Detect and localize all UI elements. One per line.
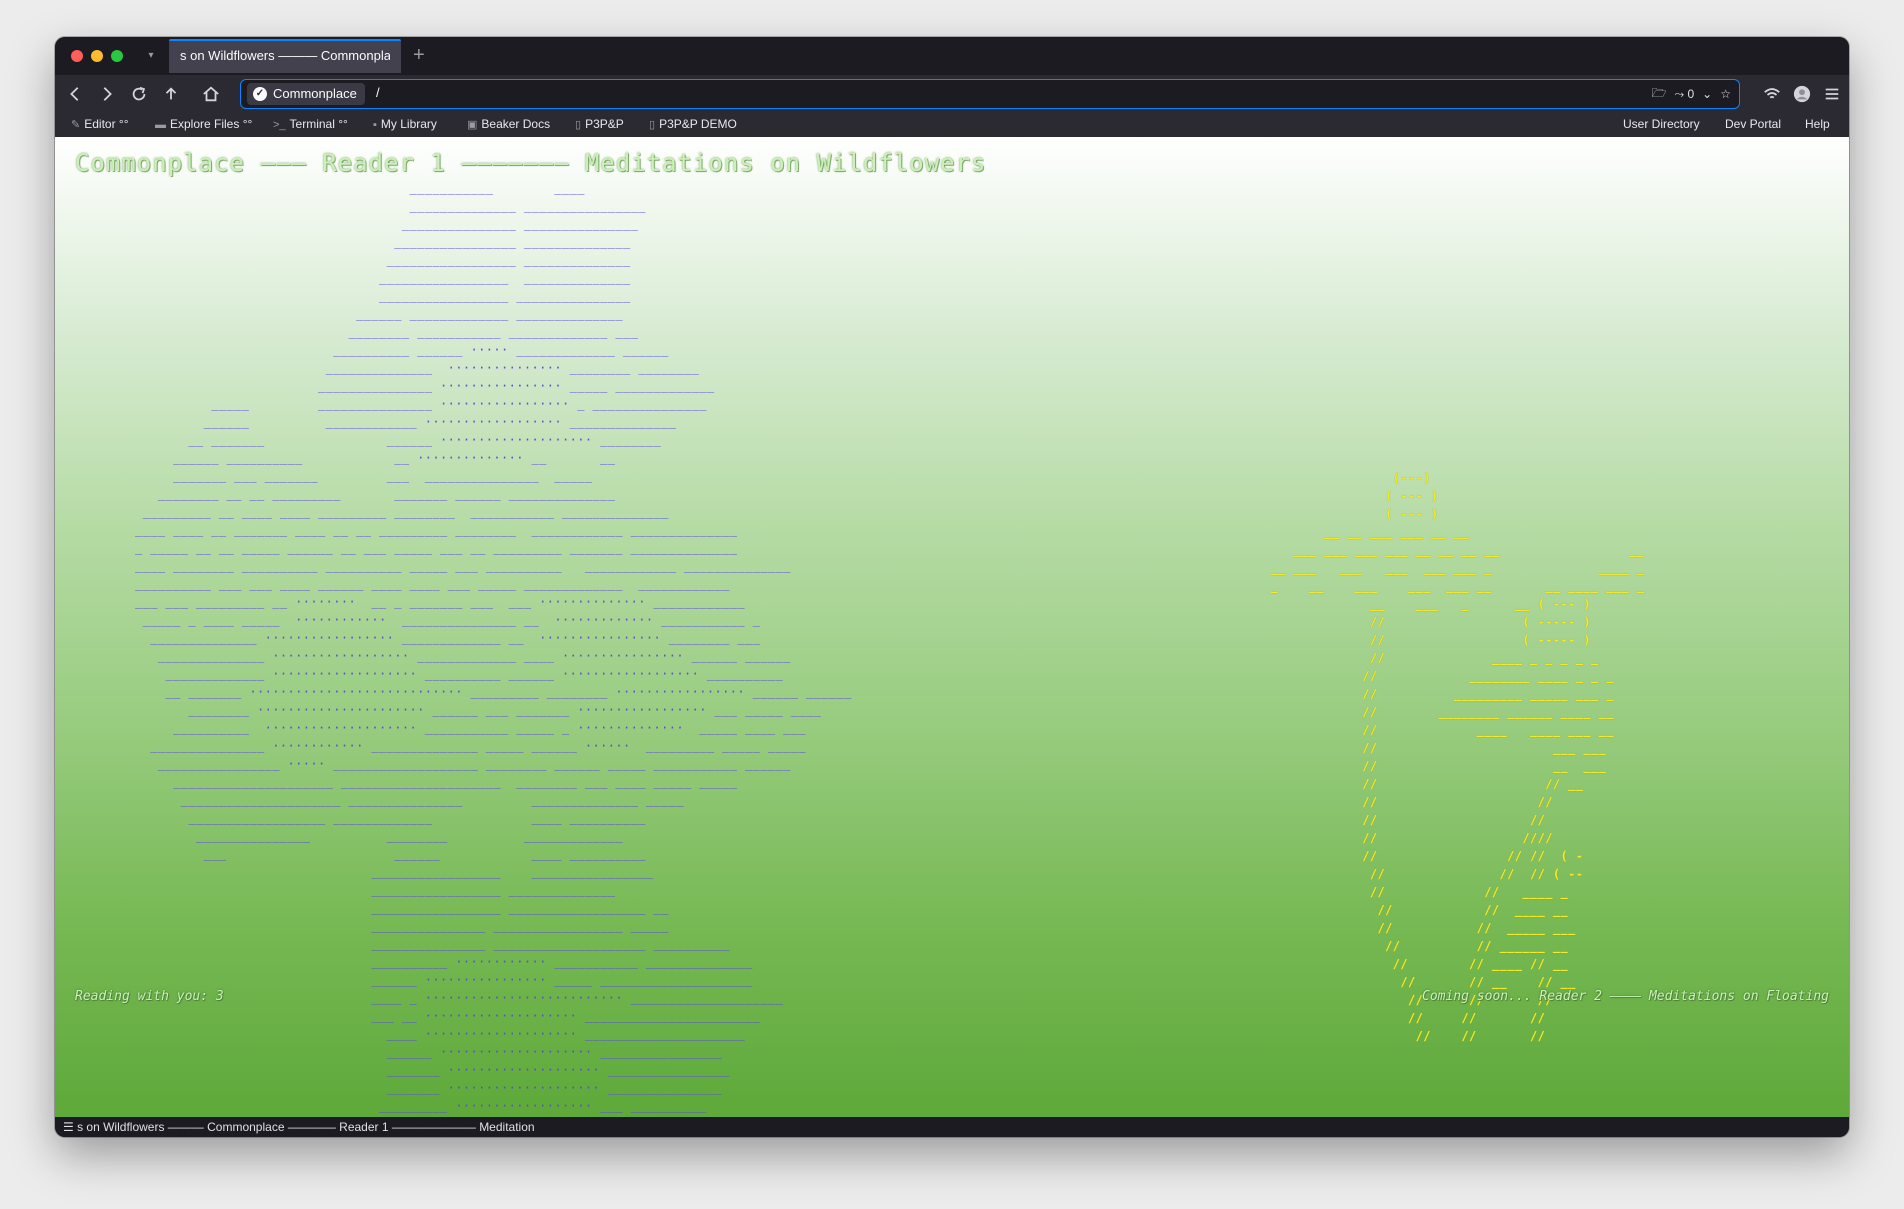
hamburger-menu-icon [1825, 88, 1839, 100]
back-button[interactable] [61, 80, 89, 108]
terminal-icon: >_ [273, 119, 286, 131]
maximize-window-button[interactable] [111, 50, 123, 62]
chevron-down-icon[interactable]: ⌄ [1702, 87, 1712, 101]
chevron-down-icon[interactable]: ▾ [141, 46, 161, 66]
list-icon: ☰ [63, 1120, 78, 1134]
status-bar: ☰ s on Wildflowers ——— Commonplace ———— … [55, 1117, 1849, 1137]
menu-button[interactable] [1818, 80, 1846, 108]
url-path[interactable]: / [376, 85, 380, 100]
site-name: Commonplace [273, 86, 357, 101]
yellow-ascii-art: (---) ( --- ) ( --- ) __ __ ___ ___ __ _… [1270, 471, 1645, 1043]
reload-icon [132, 86, 146, 101]
network-button[interactable] [1758, 80, 1786, 108]
arrow-up-icon [165, 87, 177, 100]
page-content: ___________ ____ ______________ ________… [55, 137, 1849, 1117]
folder-icon: ▬ [155, 119, 166, 131]
tab-strip: ▾ s on Wildflowers ——— Commonplac… + [55, 37, 1849, 75]
status-text: ☰ s on Wildflowers ——— Commonplace ———— … [63, 1120, 535, 1134]
link-user-directory[interactable]: User Directory [1623, 117, 1700, 131]
wildflower-ascii-art: ___________ ____ ______________ ________… [135, 181, 852, 1113]
minimize-window-button[interactable] [91, 50, 103, 62]
bookmark-my-library[interactable]: ▪ My Library [373, 117, 437, 131]
reading-with-you-count: Reading with you: 3 [75, 989, 224, 1004]
address-bar[interactable]: ✓ Commonplace / 🗁 ⤳ 0 ⌄ ☆ [240, 79, 1740, 109]
link-dev-portal[interactable]: Dev Portal [1725, 117, 1781, 131]
navigation-toolbar: ✓ Commonplace / 🗁 ⤳ 0 ⌄ ☆ [55, 75, 1849, 113]
bookmark-editor[interactable]: ✎ Editor °° [71, 117, 129, 131]
bookmark-p3pp[interactable]: ▯ P3P&P [575, 117, 624, 131]
close-window-button[interactable] [71, 50, 83, 62]
forward-button[interactable] [93, 80, 121, 108]
arrow-right-icon [103, 87, 112, 101]
home-button[interactable] [197, 80, 225, 108]
browser-window: ▾ s on Wildflowers ——— Commonplac… + ✓ C… [55, 37, 1849, 1137]
up-button[interactable] [157, 80, 185, 108]
page-icon: ▯ [575, 119, 582, 131]
bookmarks-toolbar: ✎ Editor °° ▬ Explore Files °° >_ Terminal … [55, 113, 1849, 138]
home-icon [203, 86, 219, 102]
bookmark-beaker-docs[interactable]: ▣ Beaker Docs [467, 117, 550, 131]
reload-button[interactable] [125, 80, 153, 108]
tab-title: s on Wildflowers ——— Commonplac… [180, 48, 390, 63]
address-bar-actions: 🗁 ⤳ 0 ⌄ ☆ [1652, 84, 1731, 104]
tab-active[interactable]: s on Wildflowers ——— Commonplac… [169, 39, 401, 73]
page-icon: ▯ [649, 119, 656, 131]
page-title: Commonplace ——— Reader 1 ——————— Meditat… [75, 149, 987, 177]
share-button[interactable]: ⤳ 0 [1675, 87, 1695, 102]
site-identity-chip[interactable]: ✓ Commonplace [247, 83, 365, 105]
new-tab-button[interactable]: + [413, 44, 425, 66]
pencil-icon: ✎ [71, 119, 81, 131]
beaker-icon: ▣ [467, 119, 478, 131]
avatar-icon [1793, 85, 1811, 103]
coming-soon-link[interactable]: Coming soon... Reader 2 ———— Meditations… [1422, 989, 1829, 1004]
share-count: 0 [1687, 86, 1695, 101]
bookmark-terminal[interactable]: >_ Terminal °° [273, 117, 348, 131]
library-icon: ▪ [373, 119, 377, 131]
star-icon[interactable]: ☆ [1720, 87, 1731, 101]
check-icon: ✓ [253, 87, 267, 101]
arrow-left-icon [70, 87, 79, 101]
wifi-icon [1764, 88, 1780, 99]
profile-button[interactable] [1788, 80, 1816, 108]
bookmark-explore-files[interactable]: ▬ Explore Files °° [155, 117, 252, 131]
bookmark-p3pp-demo[interactable]: ▯ P3P&P DEMO [649, 117, 737, 131]
link-help[interactable]: Help [1805, 117, 1830, 131]
folder-icon[interactable]: 🗁 [1652, 84, 1667, 105]
